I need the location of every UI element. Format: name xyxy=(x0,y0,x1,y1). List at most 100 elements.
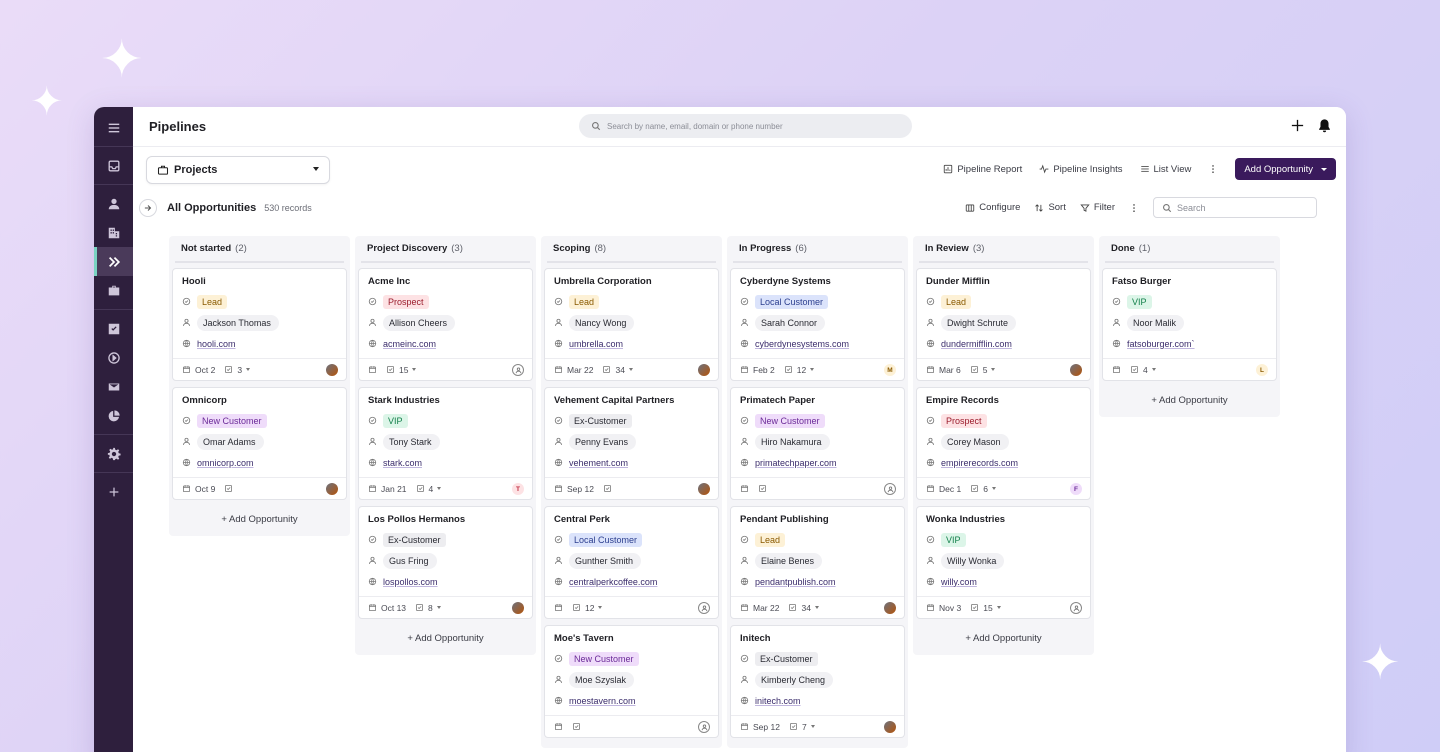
domain-link[interactable]: acmeinc.com xyxy=(383,339,436,349)
opportunity-card[interactable]: Omnicorp New Customer Omar Adams omnicor… xyxy=(172,387,347,500)
status-badge[interactable]: Lead xyxy=(569,294,600,309)
opportunity-card[interactable]: Central Perk Local Customer Gunther Smit… xyxy=(544,506,719,619)
add-opportunity-link[interactable]: + Add Opportunity xyxy=(358,625,533,651)
status-badge[interactable]: VIP xyxy=(941,532,966,547)
status-badge[interactable]: Ex-Customer xyxy=(755,651,818,666)
opportunity-card[interactable]: Cyberdyne Systems Local Customer Sarah C… xyxy=(730,268,905,381)
status-badge[interactable]: Local Customer xyxy=(569,532,643,547)
due-date[interactable]: Nov 3 xyxy=(926,603,961,613)
avatar[interactable]: F xyxy=(1070,483,1082,495)
opportunity-card[interactable]: Stark Industries VIP Tony Stark stark.co… xyxy=(358,387,533,500)
contact-chip[interactable]: Tony Stark xyxy=(383,433,440,450)
due-date[interactable]: Oct 13 xyxy=(368,603,406,613)
sort-button[interactable]: Sort xyxy=(1034,202,1066,213)
project-select[interactable]: Projects xyxy=(146,156,330,184)
filter-button[interactable]: Filter xyxy=(1080,202,1115,213)
opportunity-card[interactable]: Hooli Lead Jackson Thomas hooli.com Oct … xyxy=(172,268,347,381)
opportunity-card[interactable]: Wonka Industries VIP Willy Wonka willy.c… xyxy=(916,506,1091,619)
domain-link[interactable]: fatsoburger.com` xyxy=(1127,339,1195,349)
avatar[interactable]: M xyxy=(884,364,896,376)
board-search-input[interactable]: Search xyxy=(1153,197,1317,218)
checkbox-icon[interactable] xyxy=(94,314,133,343)
play-circle-icon[interactable] xyxy=(94,343,133,372)
contact-chip[interactable]: Hiro Nakamura xyxy=(755,433,830,450)
task-count[interactable]: 5 xyxy=(970,365,996,375)
status-badge[interactable]: VIP xyxy=(383,413,408,428)
due-date[interactable]: Feb 2 xyxy=(740,365,775,375)
due-date[interactable] xyxy=(740,484,749,493)
building-icon[interactable] xyxy=(94,218,133,247)
more-vertical-icon[interactable] xyxy=(1208,164,1218,174)
domain-link[interactable]: pendantpublish.com xyxy=(755,577,836,587)
contact-chip[interactable]: Jackson Thomas xyxy=(197,314,279,331)
avatar[interactable] xyxy=(326,483,338,495)
avatar[interactable] xyxy=(326,364,338,376)
opportunity-card[interactable]: Moe's Tavern New Customer Moe Szyslak mo… xyxy=(544,625,719,738)
contact-chip[interactable]: Dwight Schrute xyxy=(941,314,1017,331)
domain-link[interactable]: primatechpaper.com xyxy=(755,458,837,468)
domain-link[interactable]: willy.com xyxy=(941,577,977,587)
add-opportunity-link[interactable]: + Add Opportunity xyxy=(916,625,1091,651)
task-count[interactable]: 12 xyxy=(572,603,603,613)
domain-link[interactable]: initech.com xyxy=(755,696,801,706)
due-date[interactable] xyxy=(1112,365,1121,374)
configure-button[interactable]: Configure xyxy=(965,202,1020,213)
task-count[interactable]: 8 xyxy=(415,603,441,613)
avatar[interactable] xyxy=(884,602,896,614)
task-count[interactable]: 12 xyxy=(784,365,815,375)
contact-chip[interactable]: Corey Mason xyxy=(941,433,1009,450)
domain-link[interactable]: umbrella.com xyxy=(569,339,623,349)
opportunity-card[interactable]: Vehement Capital Partners Ex-Customer Pe… xyxy=(544,387,719,500)
person-icon[interactable] xyxy=(94,189,133,218)
due-date[interactable]: Mar 22 xyxy=(554,365,593,375)
mail-icon[interactable] xyxy=(94,372,133,401)
task-count[interactable] xyxy=(224,484,233,493)
opportunity-card[interactable]: Pendant Publishing Lead Elaine Benes pen… xyxy=(730,506,905,619)
domain-link[interactable]: omnicorp.com xyxy=(197,458,254,468)
due-date[interactable] xyxy=(554,603,563,612)
domain-link[interactable]: vehement.com xyxy=(569,458,628,468)
due-date[interactable]: Mar 6 xyxy=(926,365,961,375)
avatar[interactable] xyxy=(698,483,710,495)
domain-link[interactable]: cyberdynesystems.com xyxy=(755,339,849,349)
status-badge[interactable]: Lead xyxy=(755,532,786,547)
status-badge[interactable]: VIP xyxy=(1127,294,1152,309)
due-date[interactable]: Oct 2 xyxy=(182,365,215,375)
due-date[interactable]: Mar 22 xyxy=(740,603,779,613)
avatar[interactable] xyxy=(512,602,524,614)
add-opportunity-button[interactable]: Add Opportunity xyxy=(1235,158,1336,180)
pipeline-chevrons-icon[interactable] xyxy=(94,247,133,276)
contact-chip[interactable]: Penny Evans xyxy=(569,433,637,450)
opportunity-card[interactable]: Primatech Paper New Customer Hiro Nakamu… xyxy=(730,387,905,500)
due-date[interactable] xyxy=(368,365,377,374)
more-vertical-icon[interactable] xyxy=(1129,203,1139,213)
menu-icon[interactable] xyxy=(94,113,133,142)
briefcase-icon[interactable] xyxy=(94,276,133,305)
pie-chart-icon[interactable] xyxy=(94,401,133,430)
status-badge[interactable]: Ex-Customer xyxy=(569,413,632,428)
status-badge[interactable]: Prospect xyxy=(383,294,429,309)
expand-panel-button[interactable] xyxy=(139,199,157,217)
status-badge[interactable]: New Customer xyxy=(755,413,825,428)
domain-link[interactable]: moestavern.com xyxy=(569,696,636,706)
opportunity-card[interactable]: Dunder Mifflin Lead Dwight Schrute dunde… xyxy=(916,268,1091,381)
task-count[interactable]: 3 xyxy=(224,365,251,375)
pipeline-insights-button[interactable]: Pipeline Insights xyxy=(1039,164,1123,175)
due-date[interactable]: Jan 21 xyxy=(368,484,407,494)
add-opportunity-link[interactable]: + Add Opportunity xyxy=(172,506,347,532)
contact-chip[interactable]: Allison Cheers xyxy=(383,314,456,331)
task-count[interactable]: 34 xyxy=(788,603,819,613)
bell-icon[interactable] xyxy=(1317,118,1332,133)
task-count[interactable] xyxy=(603,484,612,493)
plus-icon[interactable] xyxy=(1290,118,1305,133)
opportunity-card[interactable]: Los Pollos Hermanos Ex-Customer Gus Frin… xyxy=(358,506,533,619)
unassigned-avatar-icon[interactable] xyxy=(884,483,896,495)
unassigned-avatar-icon[interactable] xyxy=(1070,602,1082,614)
avatar[interactable] xyxy=(698,364,710,376)
task-count[interactable]: 34 xyxy=(602,365,633,375)
contact-chip[interactable]: Moe Szyslak xyxy=(569,671,635,688)
global-search-input[interactable]: Search by name, email, domain or phone n… xyxy=(579,114,912,138)
avatar[interactable] xyxy=(884,721,896,733)
opportunity-card[interactable]: Acme Inc Prospect Allison Cheers acmeinc… xyxy=(358,268,533,381)
contact-chip[interactable]: Omar Adams xyxy=(197,433,264,450)
